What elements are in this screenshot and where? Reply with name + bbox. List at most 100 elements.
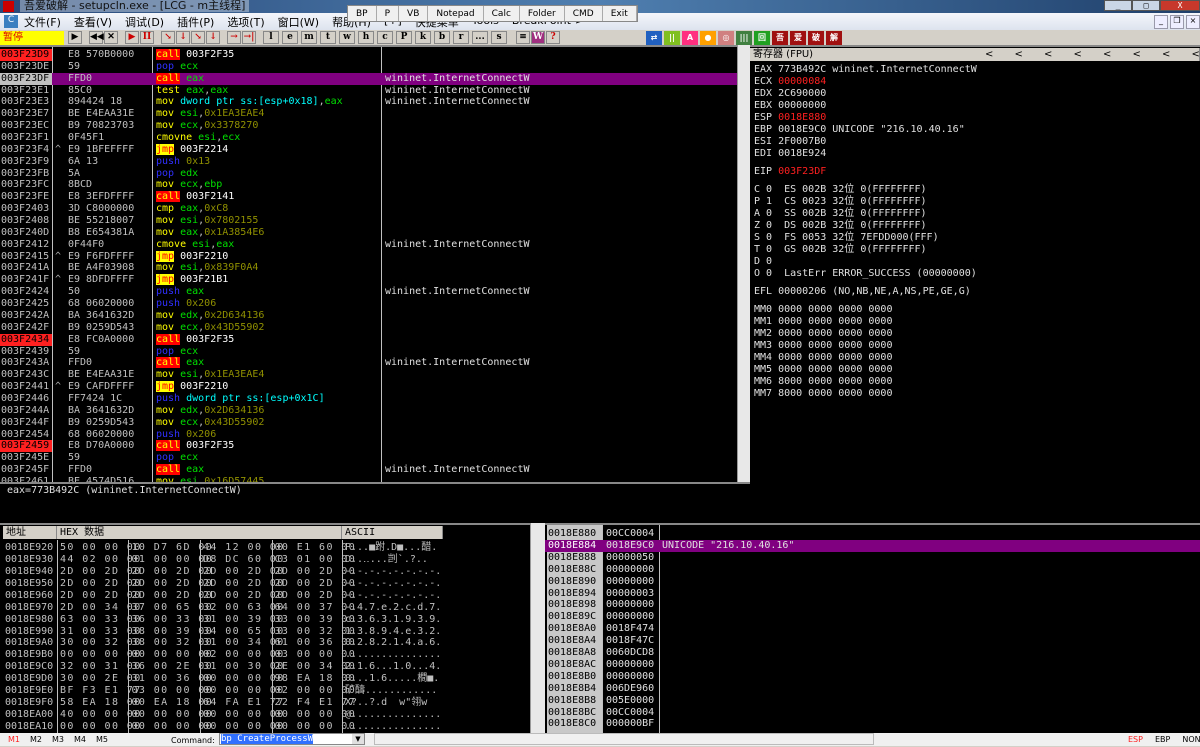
collapse-arrow-icon[interactable]: <: [1192, 48, 1200, 61]
toolbar-button[interactable]: ↘: [191, 31, 205, 44]
stack-row[interactable]: 0018E8B4006DE960: [545, 683, 1200, 695]
register-line[interactable]: C 0 ES 002B 32位 0(FFFFFFFF): [750, 184, 1200, 196]
disasm-row[interactable]: 003F2408BE 55218007mov esi,0x7802155: [0, 215, 737, 227]
stack-row[interactable]: 0018E89400000003: [545, 588, 1200, 600]
dump-row[interactable]: 0018E9C032 00 31 0036 00 2E 0031 00 30 0…: [0, 661, 530, 673]
register-line[interactable]: EDI 0018E924: [750, 148, 1200, 160]
disasm-row[interactable]: 003F2459E8 D70A0000call 003F2F35: [0, 440, 737, 452]
window-button-m[interactable]: m: [301, 31, 317, 44]
register-line[interactable]: EAX 773B492C wininet.InternetConnectW: [750, 64, 1200, 76]
disasm-row[interactable]: 003F23ECB9 70823703mov ecx,0x3378270: [0, 120, 737, 132]
toolbar-extra-button[interactable]: W: [531, 31, 545, 44]
menu-item[interactable]: 窗口(W): [278, 14, 319, 30]
dump-row[interactable]: 0018E93044 02 00 0001 00 00 00D8 DC 60 0…: [0, 554, 530, 566]
toolbar-button[interactable]: ▶: [68, 31, 82, 44]
menu-item[interactable]: 调试(D): [125, 14, 164, 30]
disasm-row[interactable]: 003F2446FF7424 1Cpush dword ptr ss:[esp+…: [0, 393, 737, 405]
dump-tab-m1[interactable]: M1: [8, 733, 20, 746]
register-line[interactable]: ESI 2F0007B0: [750, 136, 1200, 148]
disasm-row[interactable]: 003F243AFFD0call eaxwininet.InternetConn…: [0, 357, 737, 369]
disasm-row[interactable]: 003F241ABE A4F03908mov esi,0x839F0A4: [0, 262, 737, 274]
disasm-row[interactable]: 003F243959pop ecx: [0, 346, 737, 358]
disasm-row[interactable]: 003F241F^E9 8DFDFFFFjmp 003F21B1: [0, 274, 737, 286]
dump-row[interactable]: 0018E9A030 00 32 0038 00 32 0031 00 34 0…: [0, 637, 530, 649]
disasm-row[interactable]: 003F245FFFD0call eaxwininet.InternetConn…: [0, 464, 737, 476]
toolbar-button[interactable]: ▶: [125, 31, 139, 44]
dump-row[interactable]: 0018E9B000 00 00 0000 00 00 0002 00 00 0…: [0, 649, 530, 661]
register-line[interactable]: D 0: [750, 256, 1200, 268]
dump-row[interactable]: 0018E9E0BF F3 E1 7703 00 00 0000 00 00 0…: [0, 685, 530, 697]
register-line[interactable]: EBP 0018E9C0 UNICODE "216.10.40.16": [750, 124, 1200, 136]
register-line[interactable]: ECX 00000084: [750, 76, 1200, 88]
plugin-icon[interactable]: 解: [826, 31, 842, 45]
window-button-h[interactable]: h: [358, 31, 374, 44]
window-button-k[interactable]: k: [415, 31, 431, 44]
stack-row[interactable]: 0018E88800000050: [545, 552, 1200, 564]
plugin-icon[interactable]: ⇄: [646, 31, 662, 45]
dump-row[interactable]: 0018E9502D 00 2D 002D 00 2D 002D 00 2D 0…: [0, 578, 530, 590]
register-line[interactable]: MM3 0000 0000 0000 0000: [750, 340, 1200, 352]
toolbar-button[interactable]: ✕: [104, 31, 118, 44]
toolbar-button[interactable]: →: [227, 31, 241, 44]
disasm-row[interactable]: 003F244ABA 3641632Dmov edx,0x2D634136: [0, 405, 737, 417]
floating-button-folder[interactable]: Folder: [520, 6, 565, 21]
register-value[interactable]: 00000084: [778, 76, 826, 87]
disasm-row[interactable]: 003F242568 06020000push 0x206: [0, 298, 737, 310]
register-line[interactable]: MM1 0000 0000 0000 0000: [750, 316, 1200, 328]
minimize-button[interactable]: _: [1104, 0, 1132, 11]
dump-row[interactable]: 0018E9602D 00 2D 002D 00 2D 002D 00 2D 0…: [0, 590, 530, 602]
stack-row[interactable]: 0018E88C00000000: [545, 564, 1200, 576]
register-line[interactable]: MM5 0000 0000 0000 0000: [750, 364, 1200, 376]
status-ebp[interactable]: EBP: [1155, 733, 1170, 746]
window-button-l[interactable]: l: [263, 31, 279, 44]
disasm-row[interactable]: 003F23D9E8 570B0000call 003F2F35: [0, 49, 737, 61]
toolbar-button[interactable]: II: [140, 31, 154, 44]
disasm-row[interactable]: 003F23F4^E9 1BFEFFFFjmp 003F2214: [0, 144, 737, 156]
command-input[interactable]: bp CreateProcessW ▼: [219, 733, 365, 745]
disasm-row[interactable]: 003F23DFFFD0call eaxwininet.InternetConn…: [0, 73, 737, 85]
collapse-arrow-icon[interactable]: <: [1162, 48, 1192, 61]
disasm-row[interactable]: 003F245E59pop ecx: [0, 452, 737, 464]
memory-dump-pane[interactable]: 地址 HEX 数据 ASCII 0018E92050 00 00 0010 D7…: [0, 523, 530, 733]
toolbar-extra-button[interactable]: ≡: [516, 31, 530, 44]
plugin-icon[interactable]: 破: [808, 31, 824, 45]
floating-button-vb[interactable]: VB: [399, 6, 428, 21]
collapse-arrow-icon[interactable]: <: [985, 48, 1015, 61]
register-line[interactable]: MM2 0000 0000 0000 0000: [750, 328, 1200, 340]
disasm-row[interactable]: 003F242FB9 0259D543mov ecx,0x43D55902: [0, 322, 737, 334]
stack-row[interactable]: 0018E8BC00CC0004: [545, 707, 1200, 719]
dump-row[interactable]: 0018E99031 00 33 0038 00 39 0034 00 65 0…: [0, 626, 530, 638]
disasm-row[interactable]: 003F23F10F45F1cmovne esi,ecx: [0, 132, 737, 144]
plugin-icon[interactable]: 回: [754, 31, 770, 45]
register-line[interactable]: ESP 0018E880: [750, 112, 1200, 124]
stack-row[interactable]: 0018E8A40018F47C: [545, 635, 1200, 647]
dump-row[interactable]: 0018E9702D 00 34 0037 00 65 0032 00 63 0…: [0, 602, 530, 614]
stack-row[interactable]: 0018E88000CC0004: [545, 528, 1200, 540]
register-line[interactable]: O 0 LastErr ERROR_SUCCESS (00000000): [750, 268, 1200, 280]
floating-button-calc[interactable]: Calc: [484, 6, 520, 21]
dump-row[interactable]: 0018E98063 00 33 0036 00 33 0031 00 39 0…: [0, 614, 530, 626]
disasm-row[interactable]: 003F24120F44F0cmove esi,eaxwininet.Inter…: [0, 239, 737, 251]
close-button[interactable]: X: [1160, 0, 1200, 11]
dump-row[interactable]: 0018E9D030 00 2E 0031 00 36 0000 00 00 0…: [0, 673, 530, 685]
stack-row[interactable]: 0018E8AC00000000: [545, 659, 1200, 671]
stack-row[interactable]: 0018E89C00000000: [545, 611, 1200, 623]
collapse-arrow-icon[interactable]: <: [1015, 48, 1045, 61]
status-esp[interactable]: ESP: [1128, 733, 1143, 746]
menu-item[interactable]: 文件(F): [24, 14, 61, 30]
collapse-arrow-icon[interactable]: <: [1133, 48, 1163, 61]
register-line[interactable]: EBX 00000000: [750, 100, 1200, 112]
stack-row[interactable]: 0018E89800000000: [545, 599, 1200, 611]
disasm-row[interactable]: 003F23E7BE E4EAA31Emov esi,0x1EA3EAE4: [0, 108, 737, 120]
dump-tab-m5[interactable]: M5: [96, 733, 108, 746]
plugin-icon[interactable]: ◎: [718, 31, 734, 45]
collapse-arrow-icon[interactable]: <: [1044, 48, 1074, 61]
plugin-icon[interactable]: A: [682, 31, 698, 45]
disasm-row[interactable]: 003F2434E8 FC0A0000call 003F2F35: [0, 334, 737, 346]
collapse-arrow-icon[interactable]: <: [1074, 48, 1104, 61]
window-button-t[interactable]: t: [320, 31, 336, 44]
register-line[interactable]: MM0 0000 0000 0000 0000: [750, 304, 1200, 316]
dump-row[interactable]: 0018E9F058 EA 18 0000 EA 18 0064 FA E1 7…: [0, 697, 530, 709]
menu-item[interactable]: 查看(V): [74, 14, 112, 30]
dump-tab-m4[interactable]: M4: [74, 733, 86, 746]
